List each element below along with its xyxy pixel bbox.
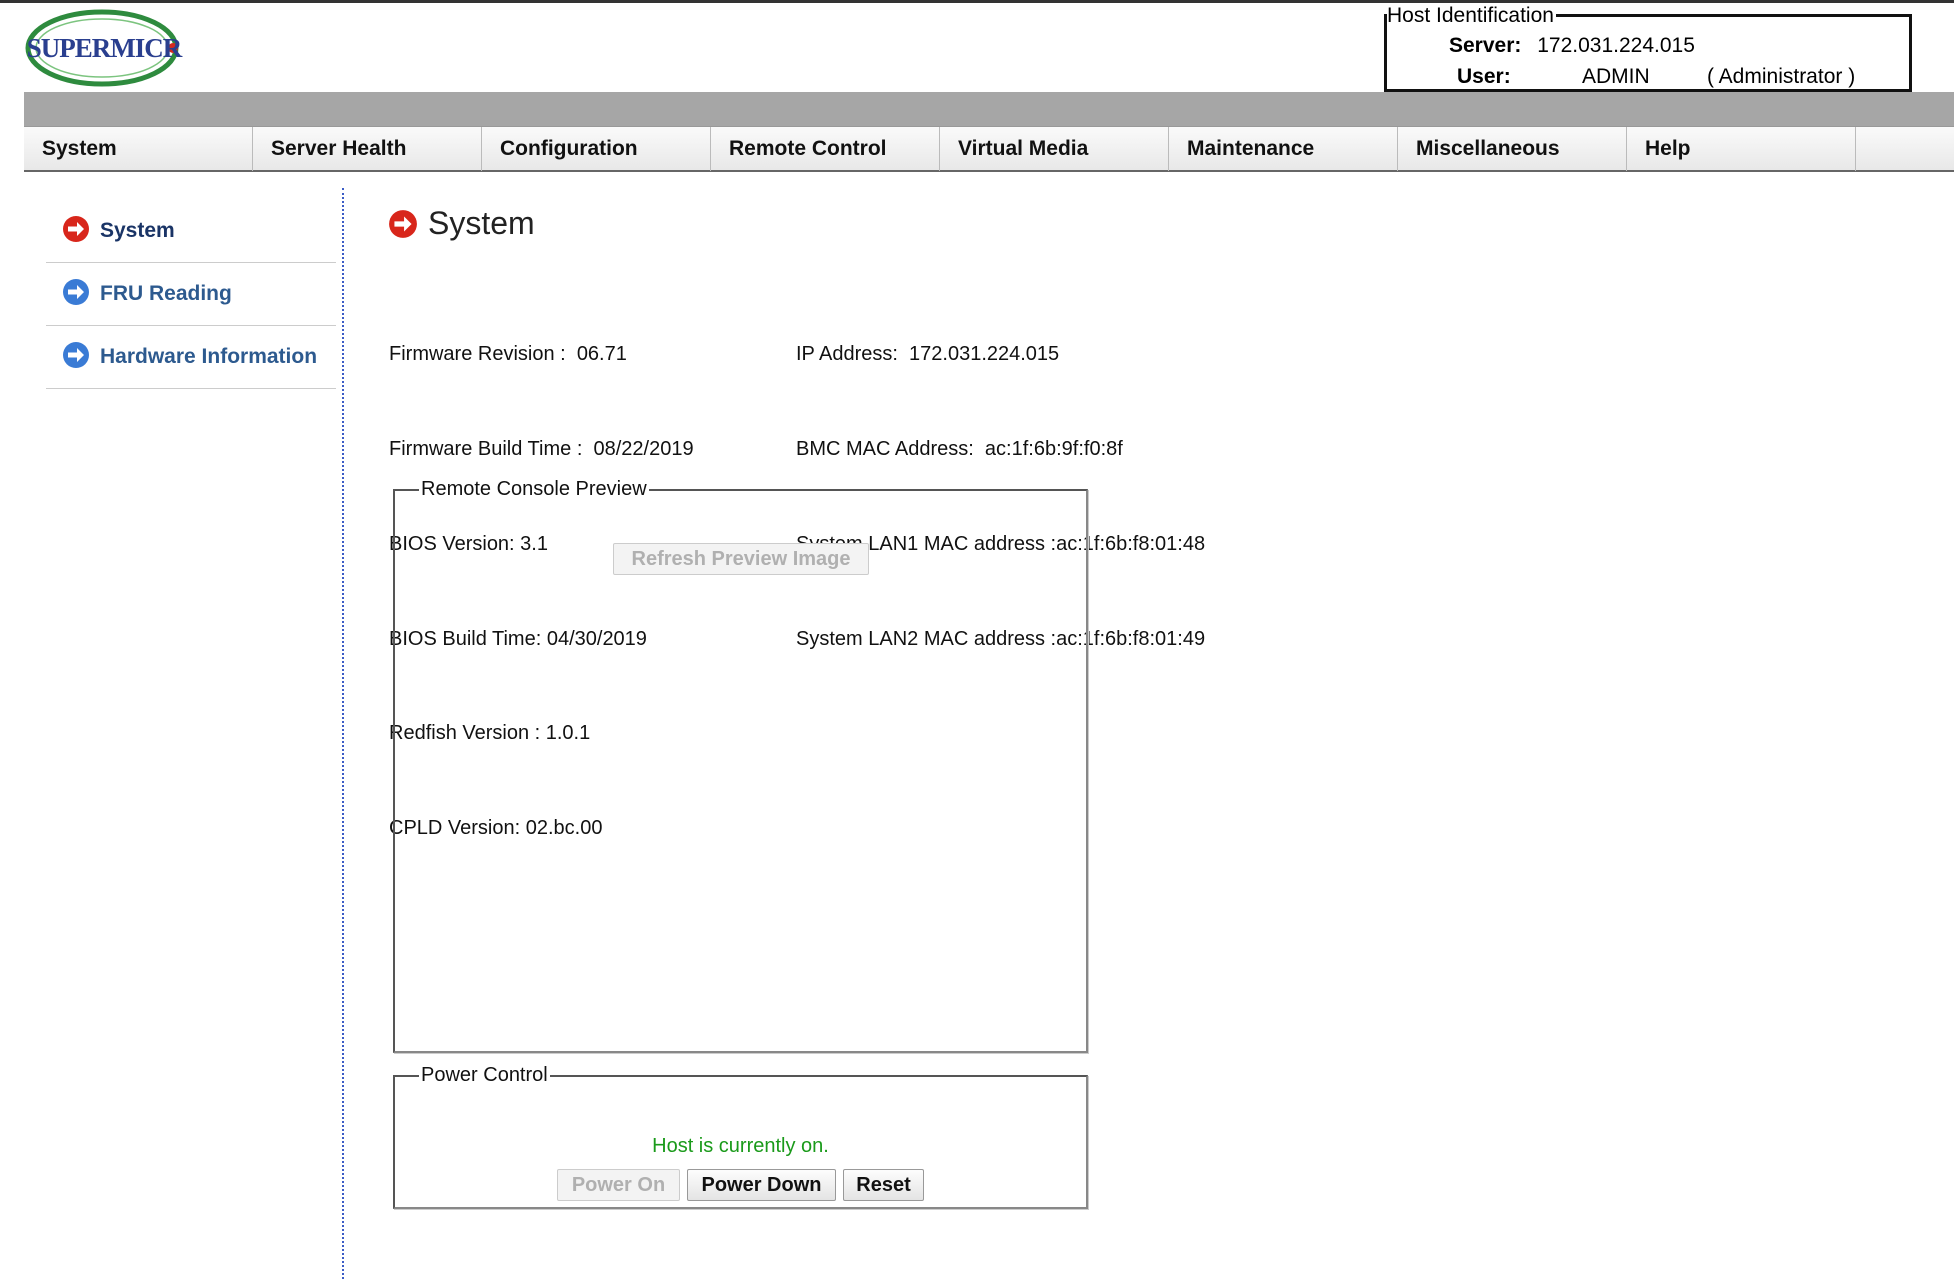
blue-arrow-icon bbox=[62, 341, 90, 374]
sidebar-item-system[interactable]: System bbox=[46, 200, 336, 263]
menu-virtual-media[interactable]: Virtual Media bbox=[940, 127, 1169, 171]
menu-configuration[interactable]: Configuration bbox=[482, 127, 711, 171]
main-menu: System Server Health Configuration Remot… bbox=[24, 126, 1954, 172]
power-control: Power Control Host is currently on. Powe… bbox=[393, 1064, 1088, 1209]
sidebar-item-fru-reading[interactable]: FRU Reading bbox=[46, 263, 336, 326]
bmc-mac-address: BMC MAC Address: ac:1f:6b:9f:f0:8f bbox=[796, 437, 1123, 460]
sidebar: System FRU Reading Hardware Information bbox=[46, 200, 336, 389]
menu-server-health[interactable]: Server Health bbox=[253, 127, 482, 171]
sidebar-item-label: System bbox=[100, 219, 175, 242]
menu-maintenance[interactable]: Maintenance bbox=[1169, 127, 1398, 171]
red-arrow-icon bbox=[62, 215, 90, 248]
header-bar bbox=[24, 92, 1954, 126]
remote-console-legend: Remote Console Preview bbox=[421, 478, 647, 500]
power-on-button[interactable]: Power On bbox=[557, 1169, 680, 1201]
red-arrow-icon bbox=[388, 209, 418, 244]
server-value: 172.031.224.015 bbox=[1537, 34, 1695, 57]
sidebar-item-hardware-information[interactable]: Hardware Information bbox=[46, 326, 336, 389]
sidebar-item-label: Hardware Information bbox=[100, 345, 318, 368]
reset-button[interactable]: Reset bbox=[843, 1169, 924, 1201]
host-identification: Host Identification Server: 172.031.224.… bbox=[1384, 4, 1912, 92]
top-border bbox=[0, 0, 1954, 3]
supermicro-logo: SUPERMICR bbox=[24, 8, 184, 88]
host-status: Host is currently on. bbox=[652, 1135, 829, 1157]
host-identification-legend: Host Identification bbox=[1387, 4, 1556, 28]
ip-address: IP Address: 172.031.224.015 bbox=[796, 343, 1060, 366]
sidebar-item-label: FRU Reading bbox=[100, 282, 232, 305]
menu-remote-control[interactable]: Remote Control bbox=[711, 127, 940, 171]
logo-text: SUPERMICR bbox=[26, 32, 183, 63]
refresh-preview-button[interactable]: Refresh Preview Image bbox=[613, 543, 869, 575]
menu-help[interactable]: Help bbox=[1627, 127, 1856, 171]
user-label: User: bbox=[1457, 65, 1511, 88]
power-control-legend: Power Control bbox=[421, 1064, 548, 1086]
power-down-button[interactable]: Power Down bbox=[687, 1169, 836, 1201]
firmware-revision: Firmware Revision : 06.71 bbox=[389, 343, 627, 366]
blue-arrow-icon bbox=[62, 278, 90, 311]
server-label: Server: bbox=[1449, 34, 1522, 57]
user-value: ADMIN bbox=[1582, 65, 1650, 88]
user-role: ( Administrator ) bbox=[1707, 65, 1856, 88]
menu-miscellaneous[interactable]: Miscellaneous bbox=[1398, 127, 1627, 171]
page-title: System bbox=[428, 205, 535, 241]
remote-console-preview: Remote Console Preview Refresh Preview I… bbox=[393, 478, 1088, 1053]
firmware-build-time: Firmware Build Time : 08/22/2019 bbox=[389, 437, 694, 460]
sidebar-divider bbox=[342, 188, 344, 1279]
menu-system[interactable]: System bbox=[24, 127, 253, 171]
